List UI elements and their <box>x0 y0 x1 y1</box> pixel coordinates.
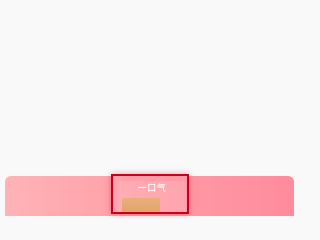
content-area <box>0 0 305 176</box>
focus-highlight-box <box>111 174 189 214</box>
app-viewport: 一口气 <box>0 0 305 216</box>
